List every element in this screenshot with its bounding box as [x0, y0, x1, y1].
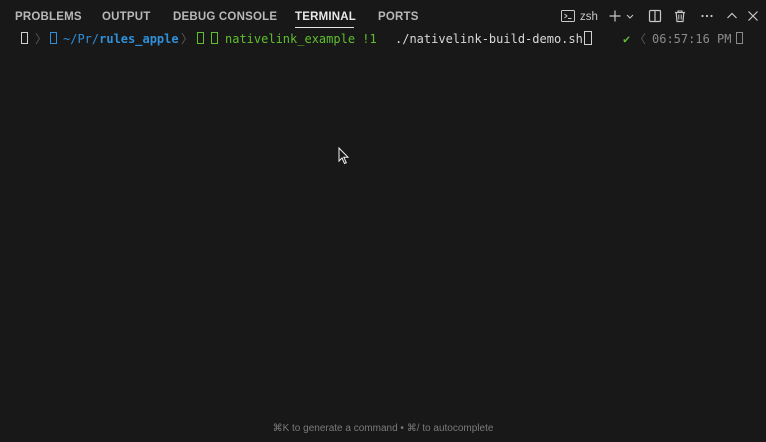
command-text: ./nativelink-build-demo.sh	[395, 32, 583, 46]
terminal-scrollbar[interactable]	[754, 36, 766, 442]
terminal-icon[interactable]	[560, 8, 576, 24]
chevron-up-icon[interactable]	[724, 8, 740, 24]
prompt-separator: 〉	[181, 32, 194, 46]
mouse-pointer-icon	[338, 146, 350, 165]
tab-debug-console[interactable]: DEBUG CONSOLE	[173, 10, 277, 24]
panel-tab-bar: PROBLEMS OUTPUT DEBUG CONSOLE TERMINAL P…	[0, 0, 766, 32]
command-hint: ⌘K to generate a command • ⌘/ to autocom…	[272, 423, 494, 434]
active-tab-indicator	[295, 27, 354, 28]
path-prefix: ~/Pr/	[63, 32, 100, 46]
prompt-separator: 〈	[634, 32, 647, 46]
terminal-command[interactable]: ./nativelink-build-demo.sh	[395, 31, 592, 48]
plus-icon[interactable]	[607, 8, 623, 24]
trash-icon[interactable]	[672, 8, 688, 24]
split-icon[interactable]	[647, 8, 663, 24]
tab-terminal[interactable]: TERMINAL	[295, 10, 356, 24]
prompt-separator: 〉	[35, 32, 48, 46]
os-icon	[21, 31, 28, 48]
terminal-prompt-line[interactable]: 〉 ~/Pr/rules_apple 〉 nativelink_example …	[0, 31, 766, 48]
folder-icon	[50, 31, 57, 48]
tab-ports[interactable]: PORTS	[378, 10, 419, 24]
clock-icon	[736, 31, 743, 48]
tab-problems[interactable]: PROBLEMS	[15, 10, 82, 24]
path-dir: rules_apple	[99, 32, 179, 46]
branch-icon	[211, 31, 218, 48]
prompt-time: 06:57:16 PM	[652, 32, 732, 46]
working-directory: ~/Pr/rules_apple	[63, 31, 179, 48]
terminal-panel: PROBLEMS OUTPUT DEBUG CONSOLE TERMINAL P…	[0, 0, 766, 442]
git-branch: nativelink_example !1	[225, 32, 377, 46]
close-icon[interactable]	[745, 8, 761, 24]
text-cursor	[583, 31, 592, 45]
tab-output[interactable]: OUTPUT	[102, 10, 150, 24]
status-ok-icon: ✔	[623, 32, 631, 46]
chevron-down-icon[interactable]	[625, 8, 635, 24]
git-icon	[197, 31, 204, 48]
more-icon[interactable]	[699, 8, 715, 24]
shell-name[interactable]: zsh	[580, 10, 598, 24]
